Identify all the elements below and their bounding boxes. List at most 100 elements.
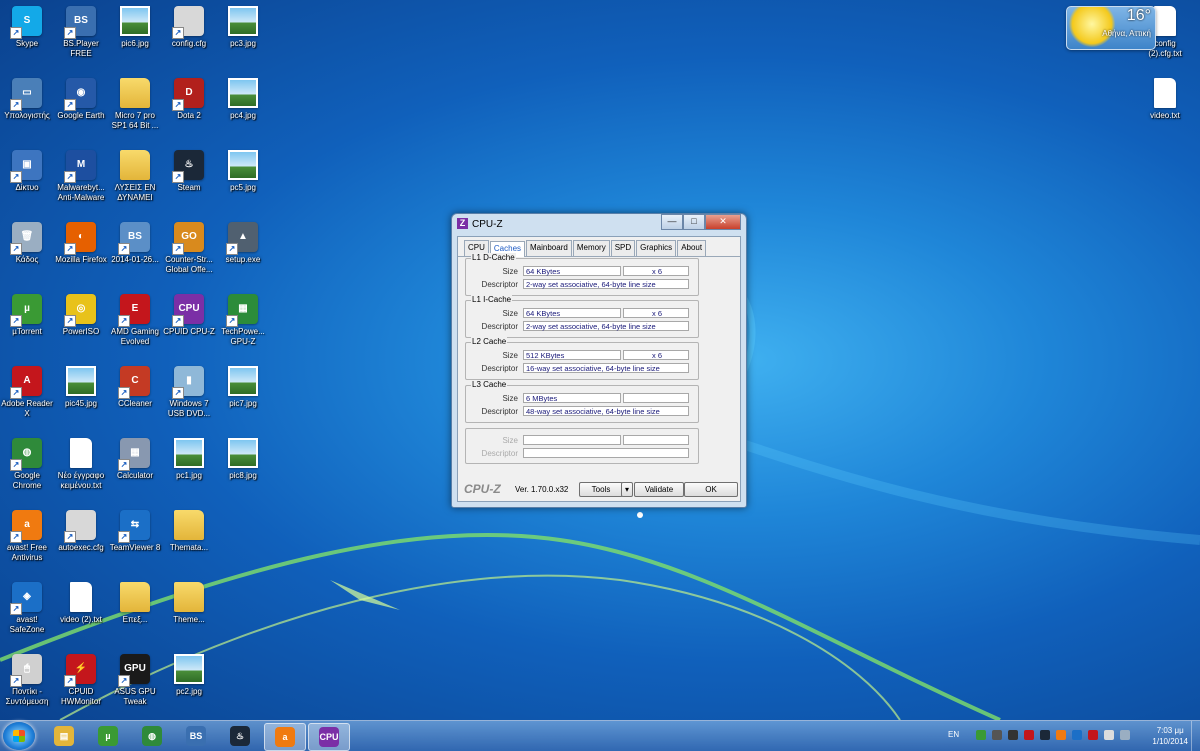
desktop-icon[interactable]: ⚡CPUID HWMonitor: [54, 650, 108, 707]
tab-memory[interactable]: Memory: [572, 240, 610, 256]
desktop-icon[interactable]: EAMD Gaming Evolved: [108, 290, 162, 347]
desktop-icon[interactable]: ▲setup.exe: [216, 218, 270, 265]
validate-button[interactable]: Validate: [634, 482, 684, 497]
tab-spd[interactable]: SPD: [610, 240, 636, 256]
desktop-icon[interactable]: ◍Google Chrome: [0, 434, 54, 491]
λυσεις-εν-δυναμει-icon: [120, 150, 150, 180]
maximize-button[interactable]: □: [683, 214, 705, 230]
desktop-icon[interactable]: Micro 7 pro SP1 64 Bit ...: [108, 74, 162, 131]
desktop-icon[interactable]: ◈avast! SafeZone: [0, 578, 54, 635]
volume-icon[interactable]: [1104, 730, 1114, 740]
desktop-icon[interactable]: BS2014-01-26...: [108, 218, 162, 265]
desktop-icon[interactable]: video.txt: [1138, 74, 1192, 121]
desktop-icon[interactable]: ◉Google Earth: [54, 74, 108, 121]
desktop-icon[interactable]: ▣Δίκτυο: [0, 146, 54, 193]
desktop-icon[interactable]: ΛΥΣΕΙΣ ΕΝ ΔΥΝΑΜΕΙ: [108, 146, 162, 203]
desktop-icon[interactable]: pic8.jpg: [216, 434, 270, 481]
desktop-icon[interactable]: CPUCPUID CPU-Z: [162, 290, 216, 337]
desktop-icon[interactable]: pc5.jpg: [216, 146, 270, 193]
taskbar-chrome-button[interactable]: ◍: [132, 723, 172, 749]
weather-gadget[interactable]: 16° Αθήνα, Αττική: [1066, 6, 1156, 50]
desktop-icon-label: CPUID HWMonitor: [60, 687, 101, 706]
utorrent-icon: µ: [98, 726, 118, 746]
desktop-icon[interactable]: ⇆TeamViewer 8: [108, 506, 162, 553]
desktop-icon[interactable]: ▭Υπολογιστής: [0, 74, 54, 121]
window-client: CPU Caches Mainboard Memory SPD Graphics About…: [457, 236, 741, 502]
hwmonitor-tray-icon[interactable]: [1088, 730, 1098, 740]
teamviewer-tray-icon[interactable]: [1072, 730, 1082, 740]
desktop-icon[interactable]: ▮Windows 7 USB DVD...: [162, 362, 216, 419]
desktop-icon[interactable]: GOCounter-Str... Global Offe...: [162, 218, 216, 275]
desktop-icon[interactable]: ◐Mozilla Firefox: [54, 218, 108, 265]
desktop-icon[interactable]: pc2.jpg: [162, 650, 216, 697]
flag-tray-icon[interactable]: [1120, 730, 1130, 740]
tools-dropdown-arrow[interactable]: ▾: [621, 482, 633, 497]
desktop-icon[interactable]: pc3.jpg: [216, 2, 270, 49]
taskbar-steam-button[interactable]: ♨: [220, 723, 260, 749]
tab-about[interactable]: About: [677, 240, 707, 256]
desktop-icon[interactable]: pic45.jpg: [54, 362, 108, 409]
start-button[interactable]: [3, 722, 35, 750]
language-indicator[interactable]: EN: [948, 730, 959, 739]
desktop-icon[interactable]: MMalwarebyt... Anti-Malware: [54, 146, 108, 203]
descriptor-label: Descriptor: [481, 364, 518, 373]
µtorrent-icon: µ: [10, 294, 42, 327]
desktop-icon[interactable]: ▦TechPowe... GPU-Z: [216, 290, 270, 347]
ok-button[interactable]: OK: [684, 482, 738, 497]
desktop-icon[interactable]: pc4.jpg: [216, 74, 270, 121]
desktop-icon[interactable]: 🗑Κάδος: [0, 218, 54, 265]
network-tray-icon[interactable]: [992, 730, 1002, 740]
tab-mainboard[interactable]: Mainboard: [526, 240, 572, 256]
desktop-icon[interactable]: 🖱Ποντίκι - Συντόμευση: [0, 650, 54, 707]
taskbar-utorrent-button[interactable]: µ: [88, 723, 128, 749]
tab-graphics[interactable]: Graphics: [636, 240, 677, 256]
desktop-icon[interactable]: video (2).txt: [54, 578, 108, 625]
desktop-icon[interactable]: autoexec.cfg: [54, 506, 108, 553]
teamviewer-8-icon: ⇆: [118, 510, 150, 543]
amd-tray-icon[interactable]: [1024, 730, 1034, 740]
close-button[interactable]: ✕: [705, 214, 741, 230]
desktop-icon[interactable]: CCCleaner: [108, 362, 162, 409]
desktop-icon[interactable]: Theme...: [162, 578, 216, 625]
desktop-icon[interactable]: ◎PowerISO: [54, 290, 108, 337]
desktop-icon-label: Dota 2: [177, 111, 201, 120]
desktop-icon[interactable]: aavast! Free Antivirus: [0, 506, 54, 563]
taskbar-avast-button[interactable]: a: [264, 723, 306, 751]
desktop-icon[interactable]: µµTorrent: [0, 290, 54, 337]
theme--icon: [174, 582, 204, 612]
desktop-icon[interactable]: Επεξ...: [108, 578, 162, 625]
descriptor-row: Descriptor: [466, 448, 698, 459]
taskbar-explorer-button[interactable]: ▤: [44, 723, 84, 749]
clock[interactable]: 7:03 μμ 1/10/2014: [1152, 725, 1188, 747]
show-desktop-button[interactable]: [1191, 721, 1200, 751]
desktop-icon[interactable]: AAdobe Reader X: [0, 362, 54, 419]
desktop-icon[interactable]: pic6.jpg: [108, 2, 162, 49]
taskbar-cpu-z-button[interactable]: CPU: [308, 723, 350, 751]
steam-icon: ♨: [172, 150, 204, 183]
config-cfg-icon: [172, 6, 204, 39]
utorrent-tray-icon[interactable]: [976, 730, 986, 740]
cpuid-cpu-z-icon: CPU: [172, 294, 204, 327]
desktop-icon[interactable]: GPUASUS GPU Tweak: [108, 650, 162, 707]
cpuz-window[interactable]: Z CPU-Z — □ ✕ CPU Caches Mainboard Memory SP…: [451, 213, 747, 508]
steam-tray-icon[interactable]: [1040, 730, 1050, 740]
taskbar-bsplayer-button[interactable]: BS: [176, 723, 216, 749]
desktop-icon-label: Calculator: [116, 471, 153, 480]
desktop-icon[interactable]: config.cfg: [162, 2, 216, 49]
desktop-icon[interactable]: pc1.jpg: [162, 434, 216, 481]
desktop-icon[interactable]: SSkype: [0, 2, 54, 49]
avast-tray-icon[interactable]: [1056, 730, 1066, 740]
tools-button[interactable]: Tools: [579, 482, 623, 497]
desktop-icon[interactable]: Νέο έγγραφο κειμένου.txt: [54, 434, 108, 491]
monitor-tray-icon[interactable]: [1008, 730, 1018, 740]
calculator-icon: ▦: [118, 438, 150, 471]
clock-time: 7:03 μμ: [1156, 726, 1184, 735]
desktop-icon[interactable]: Themata...: [162, 506, 216, 553]
window-titlebar[interactable]: Z CPU-Z — □ ✕: [452, 214, 746, 234]
desktop-icon[interactable]: pic7.jpg: [216, 362, 270, 409]
desktop-icon[interactable]: ▦Calculator: [108, 434, 162, 481]
desktop-icon[interactable]: DDota 2: [162, 74, 216, 121]
desktop-icon[interactable]: BSBS.Player FREE: [54, 2, 108, 59]
minimize-button[interactable]: —: [661, 214, 683, 230]
desktop-icon[interactable]: ♨Steam: [162, 146, 216, 193]
